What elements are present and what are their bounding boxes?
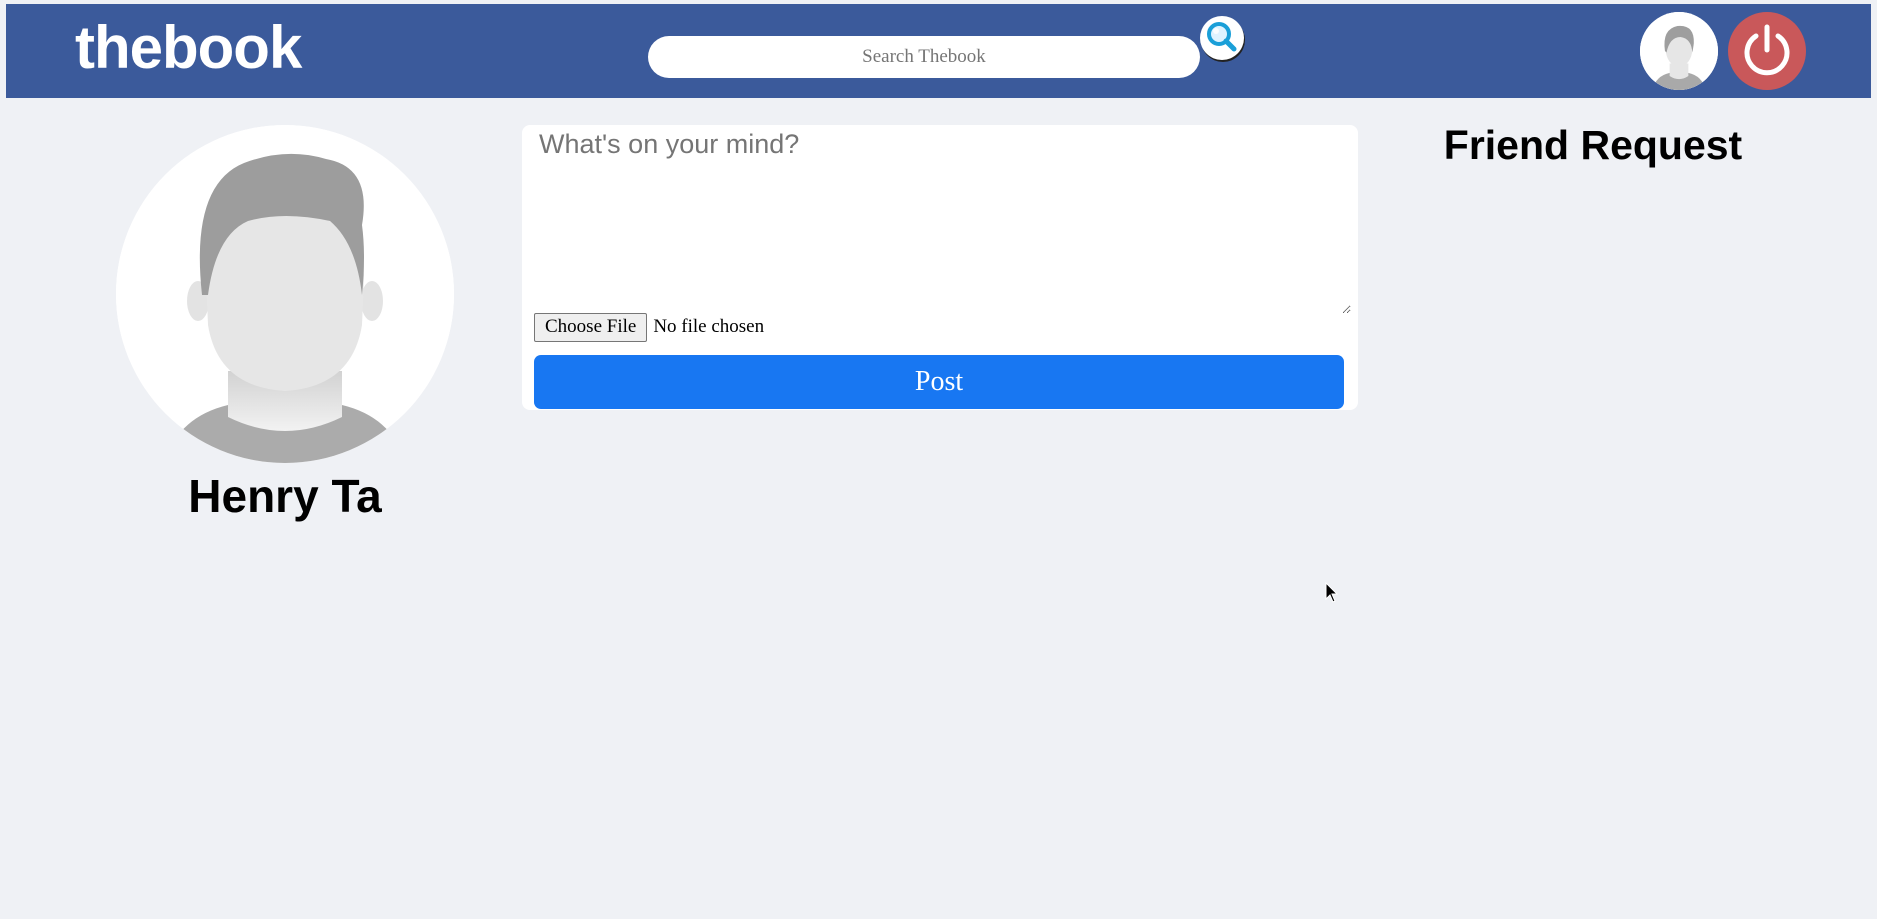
power-icon	[1744, 24, 1790, 76]
top-navbar: thebook	[6, 4, 1871, 98]
profile-picture	[116, 125, 454, 463]
post-button[interactable]: Post	[534, 355, 1344, 409]
default-user-avatar-icon	[116, 125, 454, 463]
user-avatar-icon	[1640, 12, 1718, 90]
friend-request-heading: Friend Request	[1443, 122, 1743, 168]
file-upload: Choose File No file chosen	[534, 312, 764, 342]
logout-button[interactable]	[1728, 12, 1806, 90]
mouse-cursor-icon	[1325, 582, 1339, 603]
header-profile-avatar[interactable]	[1640, 12, 1718, 90]
choose-file-button[interactable]: Choose File	[534, 312, 648, 342]
file-status: No file chosen	[653, 316, 765, 337]
search-input[interactable]	[648, 36, 1200, 78]
search-icon	[1207, 22, 1237, 52]
post-textarea[interactable]	[522, 125, 1351, 314]
search-button[interactable]	[1200, 16, 1244, 60]
thebook-logo[interactable]: thebook	[75, 12, 302, 84]
post-composer: Choose File No file chosen Post	[522, 125, 1358, 410]
profile-name: Henry Ta	[188, 470, 382, 522]
